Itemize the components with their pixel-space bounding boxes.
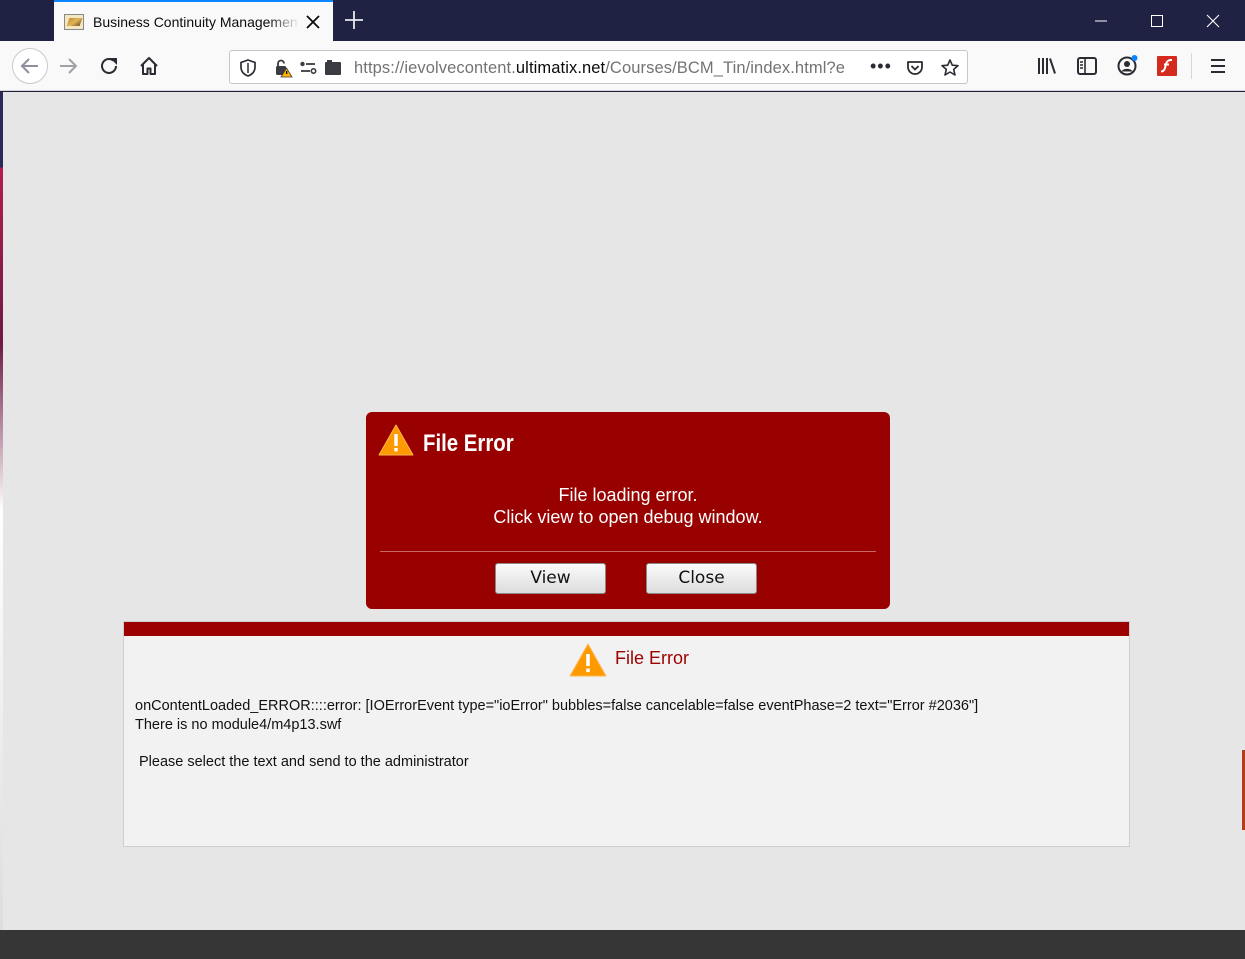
dialog-divider [380,551,876,552]
navigation-bar: https://ievolvecontent.ultimatix.net/Cou… [0,41,1245,91]
browser-tab[interactable]: Business Continuity Management [54,0,333,41]
debug-panel-header-bar [124,622,1129,636]
lock-warning-icon[interactable] [273,58,293,78]
library-icon[interactable] [1035,54,1059,78]
title-bar: Business Continuity Management [0,0,1245,41]
dialog-title: File Error [423,430,514,457]
minimize-icon [1095,20,1107,21]
forward-button[interactable] [52,50,84,82]
flash-icon[interactable] [1155,54,1179,78]
background-page-edge [0,92,3,930]
permissions-icon[interactable] [298,58,318,78]
star-icon[interactable] [940,58,960,78]
plus-icon[interactable] [342,8,366,32]
back-arrow-icon [20,58,38,74]
forward-arrow-icon [60,58,78,74]
reader-icon[interactable] [323,58,343,78]
dialog-message-line1: File loading error. [558,485,698,505]
home-button[interactable] [133,50,165,82]
more-icon[interactable]: ••• [870,56,892,77]
tab-title: Business Continuity Management [93,13,299,30]
warning-icon [378,424,414,456]
maximize-icon [1151,14,1163,27]
dialog-message-line2: Click view to open debug window. [493,507,763,527]
minimize-button[interactable] [1073,0,1129,41]
admin-note: Please select the text and send to the a… [139,754,469,770]
favicon [64,13,84,30]
pocket-icon[interactable] [905,58,925,78]
window-close-button[interactable] [1185,0,1241,41]
file-error-dialog: File Error File loading error. Click vie… [366,412,890,609]
sidebar-icon[interactable] [1075,54,1099,78]
error-details[interactable]: onContentLoaded_ERROR::::error: [IOError… [135,697,1125,735]
maximize-button[interactable] [1129,0,1185,41]
account-icon[interactable] [1115,54,1139,78]
menu-icon[interactable] [1206,54,1230,78]
close-button[interactable]: Close [646,563,757,594]
bottom-bar [0,930,1245,959]
window-close-icon [1206,14,1220,27]
warning-icon [569,643,607,677]
address-bar[interactable]: https://ievolvecontent.ultimatix.net/Cou… [229,50,968,84]
back-button[interactable] [12,48,48,84]
dialog-message: File loading error. Click view to open d… [366,484,890,528]
error-line: onContentLoaded_ERROR::::error: [IOError… [135,698,979,714]
debug-panel: File Error onContentLoaded_ERROR::::erro… [123,621,1130,847]
url-text[interactable]: https://ievolvecontent.ultimatix.net/Cou… [354,59,845,78]
error-line: There is no module4/m4p13.swf [135,717,342,733]
toolbar-separator [1191,53,1192,79]
home-icon [140,57,158,75]
reload-button[interactable] [93,50,125,82]
view-button[interactable]: View [495,563,606,594]
reload-icon [101,57,117,74]
shield-icon[interactable] [238,58,258,78]
debug-panel-title: File Error [615,648,690,668]
close-icon[interactable] [303,12,323,32]
